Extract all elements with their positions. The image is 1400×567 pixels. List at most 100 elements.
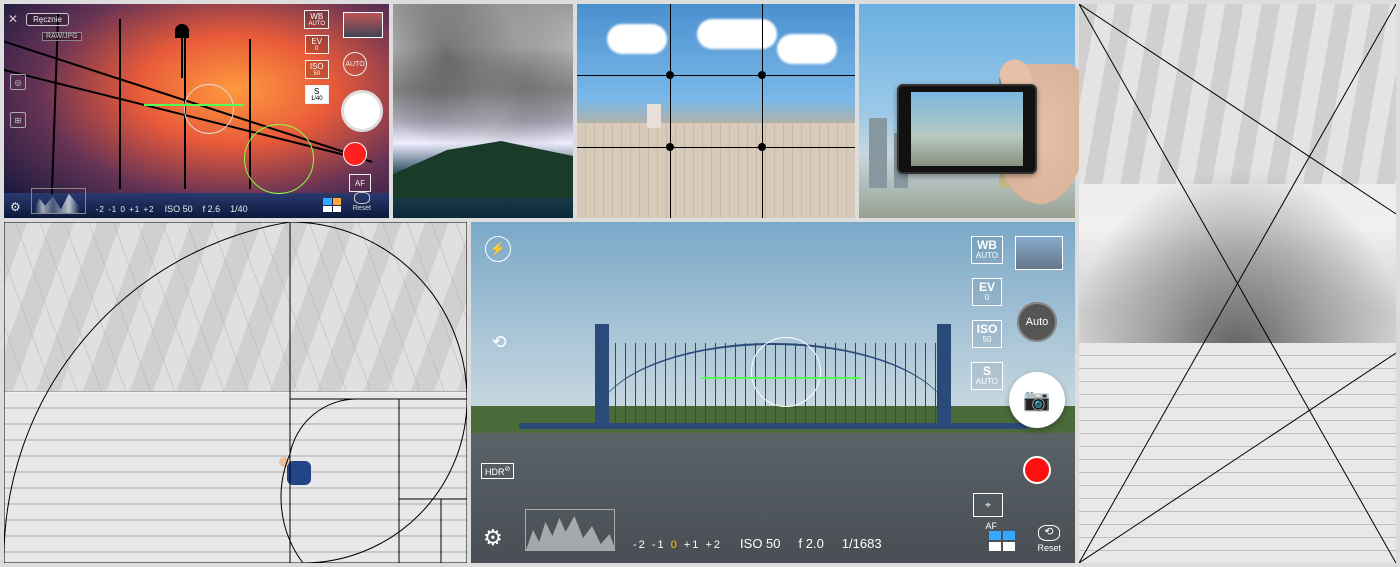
ev-tick: -2	[633, 539, 647, 551]
ev-scale: -2 -1 0 +1 +2	[96, 205, 155, 214]
shutter-readout: 1/1683	[842, 536, 882, 551]
hdr-button[interactable]: HDR⊘	[481, 463, 514, 479]
record-button[interactable]	[343, 142, 367, 166]
ev-chip[interactable]: EV0	[305, 35, 329, 54]
af-button[interactable]: ⌖	[973, 493, 1003, 517]
ev-value: 0	[309, 46, 325, 52]
s-value: AUTO	[976, 378, 998, 387]
mode-dial[interactable]: AUTO	[343, 52, 367, 76]
steps	[4, 393, 467, 563]
reset-button[interactable]: Reset	[353, 192, 371, 212]
hdr-label: HDR	[485, 467, 505, 477]
apps-icon[interactable]	[989, 531, 1015, 551]
wall-pattern	[4, 222, 467, 392]
af-button[interactable]: AF	[349, 174, 371, 192]
ev-label: EV	[311, 37, 322, 46]
shutter-button[interactable]: 📷	[1009, 372, 1065, 428]
grid-line	[670, 4, 671, 218]
camera-ui-bridge: ⚡ ⟲ HDR⊘ ⚙ Auto WBAUTO EV0 ISO50 SAUTO 📷…	[471, 222, 1075, 563]
wb-chip[interactable]: WBAUTO	[971, 236, 1003, 264]
cloud	[777, 34, 837, 64]
reset-icon	[354, 192, 370, 204]
grid-intersection	[666, 71, 674, 79]
iso-label: ISO	[310, 62, 324, 71]
wb-label: WB	[977, 238, 997, 252]
ev-tick-zero: 0	[671, 539, 679, 551]
settings-icon[interactable]: ⚙	[10, 200, 21, 214]
grid-intersection	[758, 143, 766, 151]
grid-line	[577, 147, 855, 148]
apps-icon[interactable]	[323, 198, 341, 212]
ev-value: 0	[977, 294, 997, 303]
level-indicator	[701, 377, 861, 379]
ev-scale: -2 -1 0 +1 +2	[633, 539, 722, 551]
photo-rule-of-thirds	[577, 4, 855, 218]
cityscape	[577, 123, 855, 218]
cloud	[607, 24, 667, 54]
phone-screen	[911, 92, 1023, 166]
camera-icon: 📷	[1023, 387, 1050, 413]
photo-cloudy-hill	[393, 4, 573, 218]
histogram	[525, 509, 615, 551]
iso-label: ISO	[977, 322, 998, 336]
iso-value: 50	[309, 71, 325, 77]
wb-value: AUTO	[976, 252, 998, 261]
close-icon[interactable]: ✕	[8, 12, 18, 26]
effect-icon[interactable]: ◎	[10, 74, 26, 90]
ev-tick: -1	[652, 539, 666, 551]
s-value: 1/40	[309, 96, 325, 102]
histogram	[31, 188, 86, 214]
record-button[interactable]	[1023, 456, 1051, 484]
shutter-readout: 1/40	[230, 204, 248, 214]
grid-intersection	[666, 143, 674, 151]
photo-golden-spiral	[4, 222, 467, 563]
af-label: AF	[985, 521, 997, 531]
wb-chip[interactable]: WBAUTO	[304, 10, 329, 29]
s-label: S	[314, 87, 319, 96]
aperture-readout: f 2.6	[203, 204, 221, 214]
format-badge: RAW/JPG	[42, 32, 82, 41]
camera-ui-sunset: ✕ Ręcznie RAW/JPG ◎ ⊞ AUTO WBAUTO EV0 IS…	[4, 4, 389, 218]
grid-line	[762, 4, 763, 218]
grid-intersection	[758, 71, 766, 79]
building	[869, 118, 887, 188]
iso-chip[interactable]: ISO50	[972, 320, 1003, 348]
wb-value: AUTO	[308, 21, 325, 27]
ev-tick: +1	[684, 539, 701, 551]
mode-button[interactable]: Ręcznie	[26, 13, 69, 26]
shutter-chip[interactable]: SAUTO	[971, 362, 1003, 390]
grid-line	[577, 75, 855, 76]
iso-chip[interactable]: ISO50	[305, 60, 329, 79]
settings-icon[interactable]: ⚙	[483, 525, 503, 551]
phone	[897, 84, 1037, 174]
focus-indicator	[751, 337, 821, 407]
photo-hand-phone	[859, 4, 1075, 218]
reset-label: Reset	[1037, 543, 1061, 553]
ev-tick: +2	[705, 539, 722, 551]
photo-diagonal-guides	[1079, 4, 1396, 563]
flash-button[interactable]: ⚡	[485, 236, 511, 262]
iso-readout: ISO 50	[740, 536, 780, 551]
focus-indicator	[184, 84, 234, 134]
people	[279, 457, 319, 487]
tower	[647, 104, 661, 128]
ev-label: EV	[979, 280, 995, 294]
shutter-chip[interactable]: S1/40	[305, 85, 329, 104]
bridge-pylon	[119, 19, 121, 189]
shutter-button[interactable]	[341, 90, 383, 132]
gallery-thumbnail[interactable]	[343, 12, 383, 38]
grid-icon[interactable]: ⊞	[10, 112, 26, 128]
exposure-ring[interactable]	[244, 124, 314, 194]
s-label: S	[983, 364, 991, 378]
cloud	[697, 19, 777, 49]
iso-value: 50	[977, 336, 998, 345]
aperture-readout: f 2.0	[799, 536, 824, 551]
iso-readout: ISO 50	[165, 204, 193, 214]
reset-label: Reset	[353, 205, 371, 212]
switch-camera-icon[interactable]: ⟲	[483, 332, 515, 356]
reset-icon	[1038, 525, 1060, 541]
wb-label: WB	[310, 12, 323, 21]
reset-button[interactable]: Reset	[1037, 525, 1061, 553]
level-indicator	[144, 104, 244, 106]
ev-chip[interactable]: EV0	[972, 278, 1002, 306]
